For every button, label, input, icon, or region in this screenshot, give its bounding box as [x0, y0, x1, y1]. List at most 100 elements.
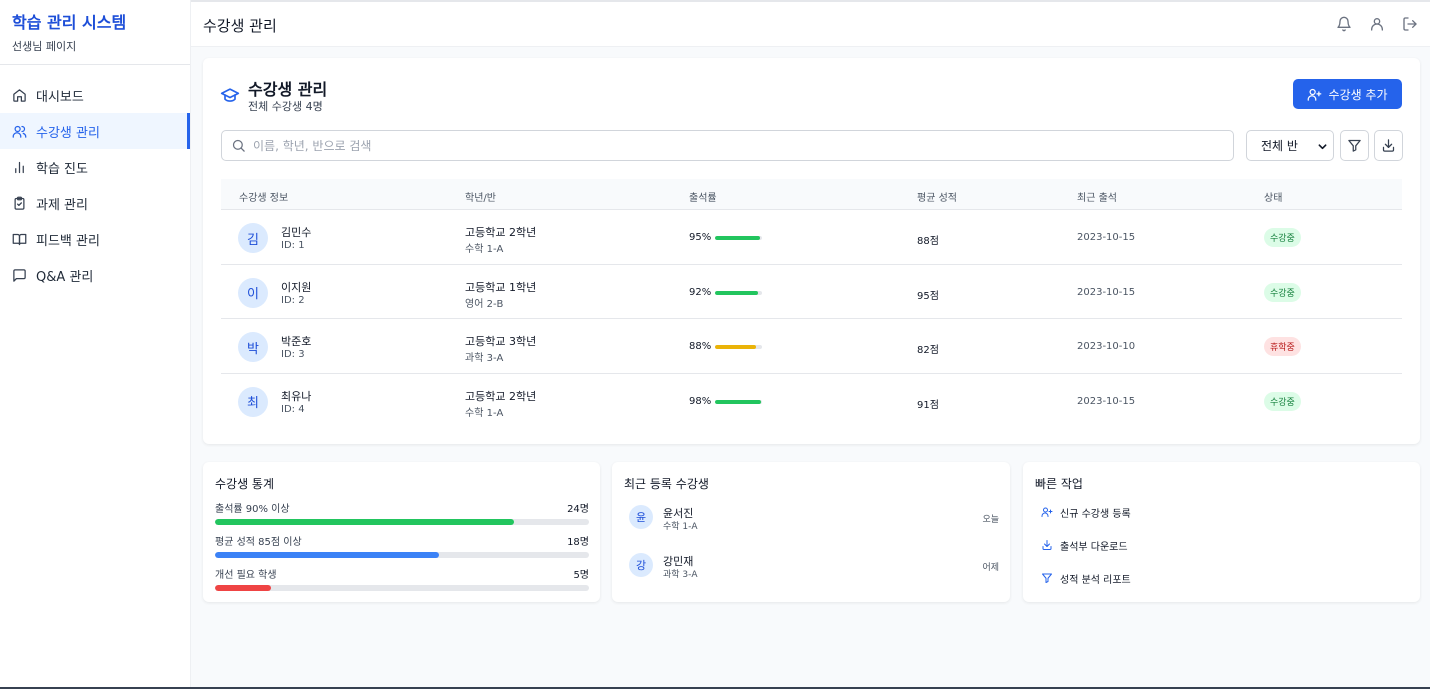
- average-score: 88점: [917, 236, 939, 247]
- stats-card: 수강생 통계 출석률 90% 이상 24명 평균 성적 85점 이상 18명 개…: [203, 462, 600, 602]
- student-class: 영어 2-B: [465, 298, 504, 310]
- attendance-rate: 92%: [689, 286, 712, 298]
- user-plus-icon: [1041, 507, 1053, 517]
- recent-title: 최근 등록 수강생: [624, 477, 709, 491]
- table-header: 수강생 정보 학년/반 출석률 평균 성적 최근 출석 상태: [221, 179, 1402, 210]
- sidebar-nav: 대시보드 수강생 관리 학습 진도 과제 관리 피드백 관리 Q&A 관리: [0, 77, 190, 293]
- student-name: 김민수: [281, 226, 312, 239]
- student-id: ID: 3: [281, 349, 305, 360]
- avatar: 강: [629, 553, 653, 577]
- chevron-down-icon: [1318, 144, 1327, 150]
- sidebar-item-assignments[interactable]: 과제 관리: [0, 185, 190, 221]
- user-plus-icon: [1308, 88, 1322, 101]
- sidebar-item-label: 피드백 관리: [36, 233, 100, 249]
- student-id: ID: 2: [281, 294, 305, 306]
- sidebar-item-label: 학습 진도: [36, 161, 88, 177]
- attendance-bar: [715, 399, 762, 404]
- attendance-rate: 88%: [689, 341, 712, 352]
- stat-value: 18명: [567, 537, 589, 548]
- last-attendance: 2023-10-10: [1077, 341, 1136, 352]
- status-badge: 수강중: [1264, 228, 1301, 247]
- stat-value: 24명: [567, 504, 589, 515]
- quick-action-label: 출석부 다운로드: [1060, 541, 1128, 553]
- stat-label: 개선 필요 학생: [215, 570, 277, 581]
- stat-label: 출석률 90% 이상: [215, 504, 290, 515]
- status-badge: 휴학중: [1264, 337, 1301, 356]
- student-name: 박준호: [281, 335, 312, 348]
- column-header: 상태: [1264, 193, 1283, 204]
- recent-class: 과학 3-A: [663, 570, 698, 580]
- student-id: ID: 4: [281, 403, 305, 415]
- card-subtitle: 전체 수강생 4명: [248, 100, 323, 113]
- column-header: 수강생 정보: [239, 193, 289, 204]
- user-icon[interactable]: [1369, 16, 1385, 32]
- student-name: 최유나: [281, 389, 312, 403]
- search-icon: [232, 139, 245, 152]
- avatar: 김: [238, 223, 268, 253]
- attendance-rate: 98%: [689, 395, 712, 407]
- filter-icon: [1042, 573, 1052, 583]
- stat-bar-fill: [215, 585, 272, 591]
- stat-item: 출석률 90% 이상 24명: [215, 500, 589, 525]
- stat-item: 개선 필요 학생 5명: [215, 566, 589, 591]
- student-class: 수학 1-A: [465, 244, 504, 255]
- list-item[interactable]: 윤 윤서진 수학 1-A 오늘: [629, 505, 999, 535]
- download-button[interactable]: [1374, 130, 1403, 161]
- last-attendance: 2023-10-15: [1077, 286, 1136, 298]
- quick-action-label: 성적 분석 리포트: [1060, 574, 1131, 586]
- sidebar-item-students[interactable]: 수강생 관리: [0, 113, 190, 149]
- sidebar-item-label: 수강생 관리: [36, 125, 100, 141]
- stat-bar-fill: [215, 552, 440, 558]
- brand-title[interactable]: 학습 관리 시스템: [12, 12, 178, 34]
- status-badge: 수강중: [1264, 391, 1301, 411]
- table-row[interactable]: 박 박준호 ID: 3 고등학교 3학년 과학 3-A 88% 82점 2023…: [221, 319, 1402, 374]
- class-select[interactable]: 전체 반: [1246, 130, 1334, 161]
- table-row[interactable]: 최 최유나 ID: 4 고등학교 2학년 수학 1-A 98% 91점 2023…: [221, 374, 1402, 429]
- quick-action-download[interactable]: 출석부 다운로드: [1041, 535, 1128, 555]
- status-badge: 수강중: [1264, 282, 1301, 302]
- sidebar-item-feedback[interactable]: 피드백 관리: [0, 221, 190, 257]
- table-row[interactable]: 이 이지원 ID: 2 고등학교 1학년 영어 2-B 92% 95점 2023…: [221, 265, 1402, 319]
- attendance-bar: [715, 236, 762, 240]
- bar-chart-icon: [15, 161, 24, 173]
- list-item[interactable]: 강 강민재 과학 3-A 어제: [629, 553, 999, 583]
- filter-icon: [1348, 139, 1361, 152]
- column-header: 학년/반: [465, 193, 496, 204]
- logout-icon[interactable]: [1402, 16, 1418, 32]
- quick-action-report[interactable]: 성적 분석 리포트: [1041, 568, 1131, 588]
- avatar: 최: [238, 386, 268, 417]
- sidebar-item-label: 대시보드: [36, 89, 84, 105]
- student-grade: 고등학교 2학년: [465, 226, 537, 239]
- students-card: 수강생 관리 전체 수강생 4명 수강생 추가 전체 반 수강생 정보 학년/반…: [203, 58, 1420, 444]
- table-row[interactable]: 김 김민수 ID: 1 고등학교 2학년 수학 1-A 95% 88점 2023…: [221, 210, 1402, 265]
- stat-bar: [215, 585, 589, 591]
- add-student-button[interactable]: 수강생 추가: [1293, 79, 1402, 109]
- search-input[interactable]: [253, 138, 1153, 153]
- avatar: 이: [238, 277, 268, 308]
- sidebar-item-dashboard[interactable]: 대시보드: [0, 77, 190, 113]
- quick-action-register[interactable]: 신규 수강생 등록: [1041, 502, 1131, 522]
- sidebar-item-qna[interactable]: Q&A 관리: [0, 257, 190, 293]
- page-title: 수강생 관리: [203, 17, 277, 35]
- stat-label: 평균 성적 85점 이상: [215, 537, 302, 548]
- class-select-value: 전체 반: [1261, 139, 1298, 153]
- last-attendance: 2023-10-15: [1077, 395, 1136, 407]
- attendance-bar-fill: [715, 236, 760, 240]
- recent-when: 오늘: [982, 515, 999, 525]
- attendance-bar-fill: [715, 345, 757, 349]
- sidebar-item-progress[interactable]: 학습 진도: [0, 149, 190, 185]
- column-header: 출석률: [689, 193, 717, 204]
- home-icon: [13, 88, 26, 102]
- bell-icon[interactable]: [1336, 16, 1352, 32]
- average-score: 91점: [917, 399, 939, 411]
- recent-when: 어제: [982, 563, 999, 573]
- brand-subtitle: 선생님 페이지: [12, 40, 77, 53]
- filter-button[interactable]: [1340, 130, 1369, 161]
- quick-title: 빠른 작업: [1035, 477, 1083, 491]
- top-header: 수강생 관리: [191, 0, 1430, 47]
- message-icon: [13, 268, 26, 282]
- add-student-label: 수강생 추가: [1328, 87, 1388, 102]
- column-header: 평균 성적: [917, 193, 957, 204]
- student-class: 수학 1-A: [465, 407, 504, 419]
- average-score: 82점: [917, 345, 939, 356]
